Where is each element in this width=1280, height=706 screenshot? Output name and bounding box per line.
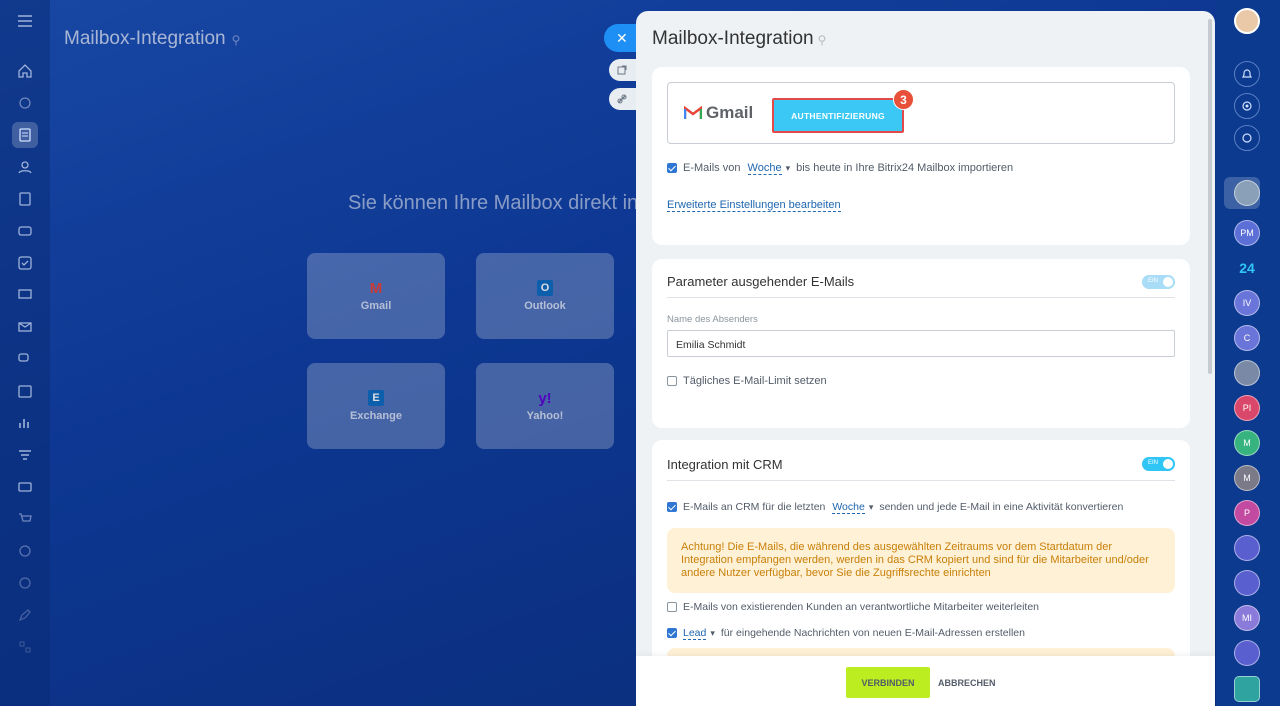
- left-navigation: [0, 0, 50, 706]
- target-icon[interactable]: [1234, 93, 1260, 119]
- limit-row: Tägliches E-Mail-Limit setzen: [667, 375, 827, 387]
- chevron-down-icon[interactable]: ▾: [786, 163, 791, 173]
- bell-icon[interactable]: [1234, 61, 1260, 87]
- right-sidebar: PM 24 IV C PI M M P MI: [1216, 0, 1280, 706]
- puzzle-icon[interactable]: [12, 90, 38, 116]
- chat-avatar[interactable]: M: [1234, 465, 1260, 491]
- chat-icon[interactable]: [12, 346, 38, 372]
- import-period-select[interactable]: Woche: [747, 162, 782, 175]
- board-icon[interactable]: [12, 282, 38, 308]
- chat-avatar[interactable]: P: [1234, 500, 1260, 526]
- provider-box: Gmail AUTHENTIFIZIERUNG 3: [667, 82, 1175, 144]
- mail-icon[interactable]: [12, 314, 38, 340]
- crm-send-checkbox[interactable]: [667, 502, 677, 513]
- crm-toggle[interactable]: EIN: [1142, 457, 1175, 471]
- card-icon[interactable]: [12, 474, 38, 500]
- chevron-down-icon[interactable]: ▾: [869, 502, 874, 512]
- close-icon: ✕: [616, 29, 628, 46]
- chat-avatar[interactable]: [1234, 180, 1260, 206]
- auth-card: Gmail AUTHENTIFIZIERUNG 3 E-Mails von Wo…: [652, 67, 1190, 245]
- bitrix24-icon[interactable]: 24: [1234, 255, 1260, 281]
- forward-checkbox[interactable]: [667, 602, 677, 613]
- import-row: E-Mails von Woche ▾ bis heute in Ihre Bitr…: [667, 162, 1014, 175]
- calendar-icon[interactable]: [12, 378, 38, 404]
- provider-name: Gmail: [706, 103, 754, 122]
- cancel-button[interactable]: ABBRECHEN: [938, 667, 996, 698]
- lead-checkbox[interactable]: [667, 628, 677, 639]
- search-chat-icon[interactable]: [1234, 125, 1260, 151]
- step-badge: 3: [893, 89, 914, 110]
- chat-avatar[interactable]: IV: [1234, 290, 1260, 316]
- copy-link-button[interactable]: [609, 88, 639, 110]
- target-icon[interactable]: [12, 538, 38, 564]
- grid-icon[interactable]: [12, 634, 38, 660]
- crm-warning: Achtung! Die E-Mails, die während des au…: [667, 528, 1175, 593]
- chat-avatar[interactable]: PI: [1234, 395, 1260, 421]
- divider: [667, 297, 1175, 298]
- users-icon[interactable]: [12, 154, 38, 180]
- import-checkbox[interactable]: [667, 163, 677, 174]
- link-icon: [617, 94, 627, 104]
- outgoing-card: Parameter ausgehender E-Mails EIN Name d…: [652, 259, 1190, 428]
- scrollbar[interactable]: [1208, 19, 1212, 374]
- toggle-label: EIN: [1148, 278, 1159, 284]
- openlines-icon[interactable]: [1234, 640, 1260, 666]
- pin-icon[interactable]: ⚲: [818, 33, 827, 47]
- gmail-icon: [684, 106, 702, 119]
- panel-footer: VERBINDEN ABBRECHEN: [636, 656, 1215, 706]
- chevron-down-icon[interactable]: ▾: [710, 628, 715, 638]
- tasks-icon[interactable]: [12, 250, 38, 276]
- openlines-icon[interactable]: [1234, 570, 1260, 596]
- clock-icon[interactable]: [12, 570, 38, 596]
- open-new-window-button[interactable]: [609, 59, 639, 81]
- openlines-icon[interactable]: [1234, 535, 1260, 561]
- tasks-icon[interactable]: [1234, 676, 1260, 702]
- gmail-logo: Gmail: [684, 103, 753, 123]
- chat-avatar[interactable]: C: [1234, 325, 1260, 351]
- lead-suffix: für eingehende Nachrichten von neuen E-M…: [720, 627, 1025, 639]
- limit-label: Tägliches E-Mail-Limit setzen: [683, 375, 827, 387]
- forward-label: E-Mails von existierenden Kunden an vera…: [683, 601, 1040, 613]
- lead-row: Lead ▾ für eingehende Nachrichten von neue…: [667, 627, 1025, 640]
- document-icon[interactable]: [12, 186, 38, 212]
- external-link-icon: [617, 65, 627, 75]
- panel-title: Mailbox-Integration ⚲: [652, 28, 827, 49]
- outgoing-toggle[interactable]: EIN: [1142, 275, 1175, 289]
- filter-icon[interactable]: [12, 442, 38, 468]
- sender-label: Name des Absenders: [667, 314, 758, 325]
- connect-button[interactable]: VERBINDEN: [846, 667, 930, 698]
- home-icon[interactable]: [12, 58, 38, 84]
- divider: [667, 480, 1175, 481]
- limit-checkbox[interactable]: [667, 376, 677, 387]
- authenticate-button[interactable]: AUTHENTIFIZIERUNG: [772, 98, 904, 133]
- crm-period-select[interactable]: Woche: [832, 501, 865, 514]
- user-avatar[interactable]: [1234, 8, 1260, 34]
- toggle-knob: [1163, 277, 1173, 287]
- crm-send-prefix: E-Mails an CRM für die letzten: [683, 501, 826, 513]
- mailbox-integration-panel: Mailbox-Integration ⚲ Gmail AUTHENTIFIZIE…: [636, 11, 1215, 706]
- crm-send-suffix: senden und jede E-Mail in eine Aktivität…: [879, 501, 1124, 513]
- analytics-icon[interactable]: [12, 410, 38, 436]
- chat-avatar[interactable]: M: [1234, 430, 1260, 456]
- toggle-knob: [1163, 459, 1173, 469]
- cart-icon[interactable]: [12, 506, 38, 532]
- chat-avatar[interactable]: [1234, 360, 1260, 386]
- crm-card: Integration mit CRM EIN E-Mails an CRM f…: [652, 440, 1190, 670]
- drive-icon[interactable]: [12, 218, 38, 244]
- feed-icon[interactable]: [12, 122, 38, 148]
- pen-icon[interactable]: [12, 602, 38, 628]
- import-suffix: bis heute in Ihre Bitrix24 Mailbox impor…: [796, 162, 1014, 174]
- menu-icon[interactable]: [12, 8, 38, 34]
- forward-row: E-Mails von existierenden Kunden an vera…: [667, 601, 1039, 613]
- chat-avatar[interactable]: MI: [1234, 605, 1260, 631]
- crm-send-row: E-Mails an CRM für die letzten Woche ▾ sen…: [667, 501, 1124, 514]
- toggle-label: EIN: [1148, 460, 1159, 466]
- advanced-settings-link[interactable]: Erweiterte Einstellungen bearbeiten: [667, 199, 841, 212]
- import-prefix: E-Mails von: [683, 162, 741, 174]
- crm-title: Integration mit CRM: [667, 457, 783, 472]
- outgoing-title: Parameter ausgehender E-Mails: [667, 274, 855, 289]
- lead-select[interactable]: Lead: [683, 627, 707, 640]
- chat-avatar[interactable]: PM: [1234, 220, 1260, 246]
- sender-name-input[interactable]: Emilia Schmidt: [667, 330, 1175, 357]
